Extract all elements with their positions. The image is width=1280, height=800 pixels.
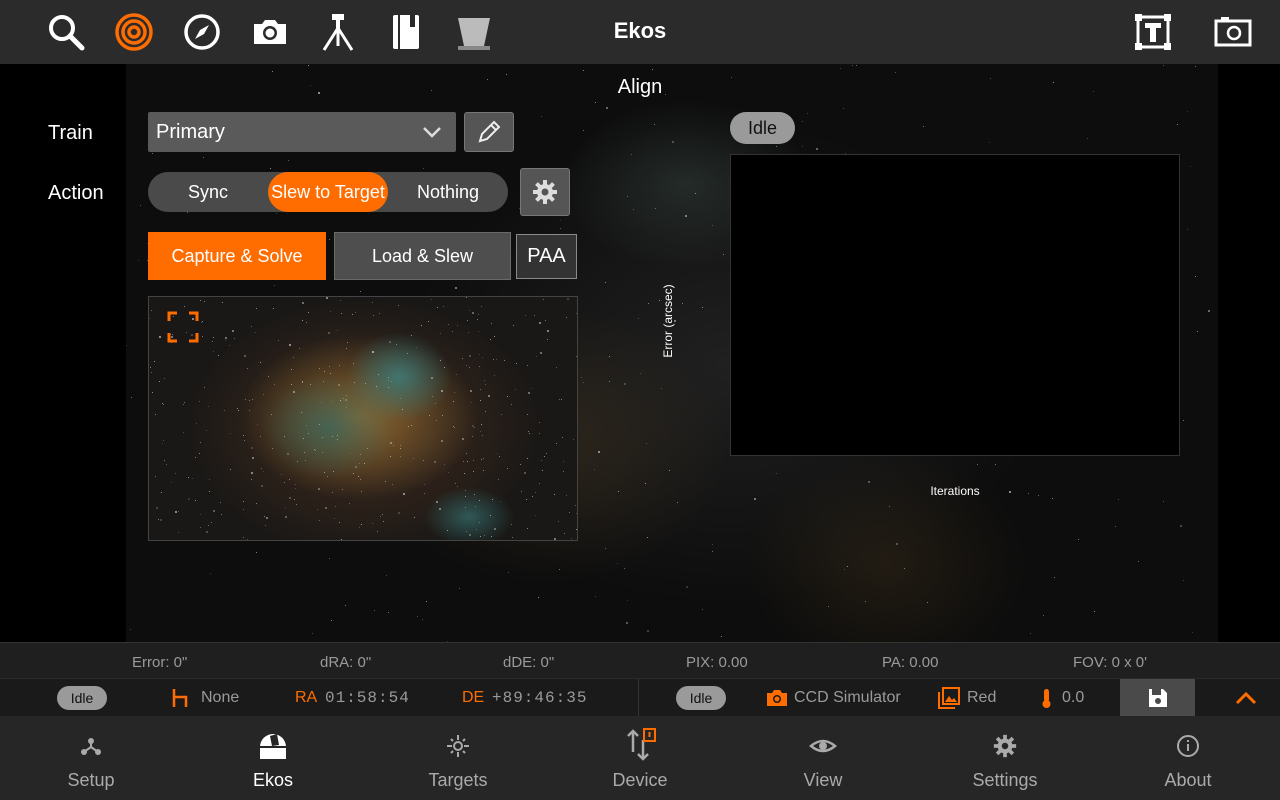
park-status: None: [201, 689, 240, 706]
solution-stats: Error: 0" dRA: 0" dDE: 0" PIX: 0.00 PA: …: [0, 642, 1280, 678]
nav-setup[interactable]: Setup: [0, 716, 182, 800]
camera-icon[interactable]: [248, 10, 292, 54]
nav-label: Targets: [428, 770, 488, 790]
action-slew-to-target[interactable]: Slew to Target: [268, 172, 388, 212]
train-label: Train: [48, 122, 93, 144]
align-settings-button[interactable]: [520, 168, 570, 216]
action-label: Action: [48, 182, 104, 204]
nav-device[interactable]: Device: [549, 716, 731, 800]
chevron-down-icon: [423, 127, 441, 138]
screenshot-icon[interactable]: [1211, 10, 1255, 54]
nav-about[interactable]: About: [1097, 716, 1279, 800]
mount-status-badge: Idle: [57, 686, 107, 710]
ra-value: 01:58:54: [325, 689, 410, 707]
nav-ekos[interactable]: Ekos: [182, 716, 364, 800]
thermometer-icon: [1042, 689, 1051, 708]
about-icon: [1177, 735, 1199, 757]
image-preview[interactable]: [148, 296, 578, 541]
park-icon: [172, 689, 188, 707]
stat-error: Error: 0": [132, 654, 188, 671]
nav-label: View: [803, 770, 843, 790]
target-icon[interactable]: [112, 10, 156, 54]
section-title: Align: [617, 76, 663, 98]
de-label: DE: [462, 689, 485, 706]
plot-y-label: Error (arcsec): [661, 284, 675, 358]
stat-pix: PIX: 0.00: [686, 654, 748, 671]
nav-label: Ekos: [252, 770, 294, 790]
align-status-badge: Idle: [730, 112, 795, 144]
nav-view[interactable]: View: [732, 716, 914, 800]
save-button[interactable]: [1120, 679, 1195, 717]
action-segmented-control: Sync Slew to Target Nothing: [148, 172, 508, 212]
flat-panel-icon[interactable]: [452, 10, 496, 54]
train-select[interactable]: Primary: [148, 112, 456, 152]
error-plot: [730, 154, 1180, 456]
save-icon: [1148, 689, 1167, 707]
stat-fov: FOV: 0 x 0': [1073, 654, 1147, 671]
top-toolbar: Ekos: [0, 0, 1280, 64]
filter-name: Red: [967, 689, 997, 706]
nav-label: Settings: [972, 770, 1038, 790]
load-slew-button[interactable]: Load & Slew: [334, 232, 511, 280]
bottom-navigation: Setup Ekos Targets Device View Settings …: [0, 716, 1280, 800]
gear-icon: [533, 180, 557, 204]
compass-icon[interactable]: [180, 10, 224, 54]
capture-solve-button[interactable]: Capture & Solve: [148, 232, 326, 280]
nav-label: Device: [612, 770, 668, 790]
plot-x-label: Iterations: [930, 484, 980, 498]
stat-dde: dDE: 0": [503, 654, 555, 671]
action-sync[interactable]: Sync: [148, 172, 268, 212]
status-bar: Idle None RA 01:58:54 DE +89:46:35 Idle …: [0, 678, 1280, 717]
nav-targets[interactable]: Targets: [367, 716, 549, 800]
device-icon: [627, 728, 656, 761]
ra-label: RA: [295, 689, 318, 706]
de-value: +89:46:35: [492, 689, 588, 707]
paa-button[interactable]: PAA: [516, 234, 577, 279]
nav-label: About: [1164, 770, 1212, 790]
pencil-icon: [478, 120, 501, 143]
align-panel: Align Train Primary Action Sync Slew to …: [0, 64, 1280, 642]
setup-icon: [81, 738, 101, 755]
camera-name: CCD Simulator: [794, 689, 901, 706]
nav-label: Setup: [67, 770, 115, 790]
chevron-up-icon[interactable]: [1232, 687, 1260, 709]
app-title: Ekos: [613, 18, 667, 43]
settings-icon: [993, 734, 1017, 758]
train-select-value: Primary: [156, 120, 225, 143]
notebook-icon[interactable]: [384, 10, 428, 54]
text-frame-icon[interactable]: [1131, 10, 1175, 54]
fullscreen-icon[interactable]: [167, 311, 199, 343]
action-nothing[interactable]: Nothing: [388, 172, 508, 212]
view-icon: [809, 739, 837, 753]
camera-small-icon: [767, 690, 787, 706]
stat-dra: dRA: 0": [320, 654, 372, 671]
status-divider: [638, 679, 639, 717]
search-icon[interactable]: [44, 10, 88, 54]
temperature-value: 0.0: [1062, 689, 1085, 706]
observatory-icon: [260, 734, 286, 759]
camera-status-badge: Idle: [676, 686, 726, 710]
preview-stars: [149, 297, 577, 540]
stat-pa: PA: 0.00: [882, 654, 939, 671]
tripod-icon[interactable]: [316, 10, 360, 54]
edit-train-button[interactable]: [464, 112, 514, 152]
nav-settings[interactable]: Settings: [914, 716, 1096, 800]
targets-icon: [447, 735, 469, 757]
filter-icon: [938, 687, 960, 709]
